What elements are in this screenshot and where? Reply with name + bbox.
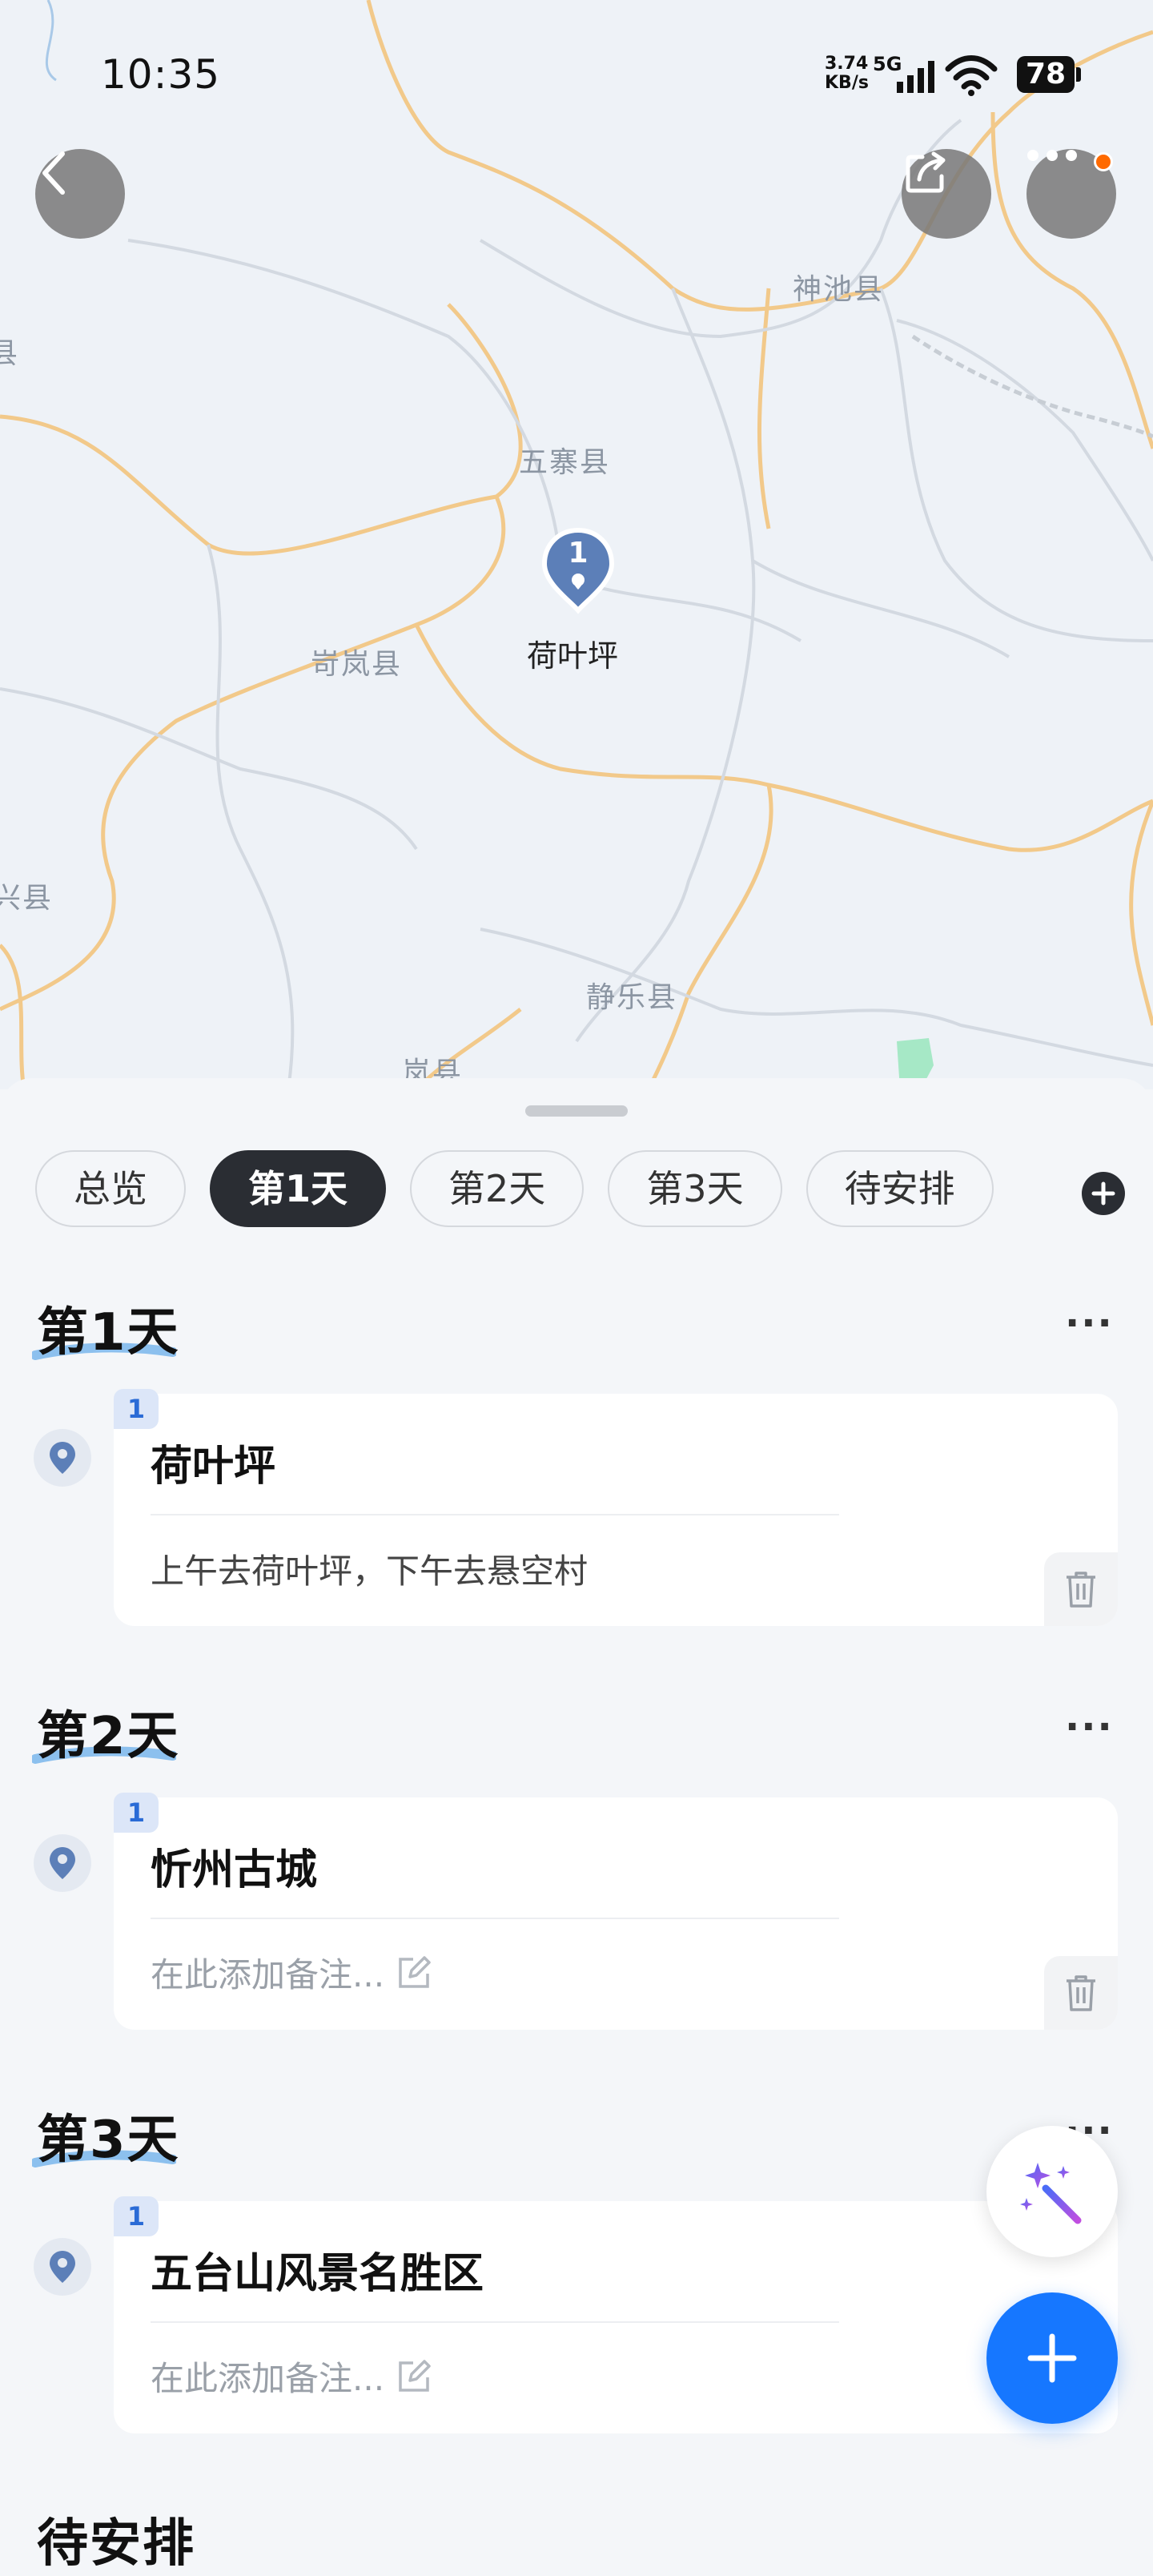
more-dots-icon [1027,150,1077,161]
tab-overview[interactable]: 总览 [35,1150,186,1227]
map-marker-index: 1 [568,537,589,570]
delete-stop-button[interactable] [1044,1956,1118,2030]
stop-name: 忻州古城 [151,1846,318,1894]
share-icon [906,151,946,193]
signal-icon [897,61,934,93]
map-marker[interactable]: 1 [538,527,618,615]
wifi-icon [945,55,998,96]
stop-index-badge: 1 [114,2196,159,2236]
more-button[interactable] [1026,149,1116,239]
back-button[interactable] [35,149,125,239]
notification-dot [1094,152,1113,171]
tab-day-1[interactable]: 第1天 [210,1150,387,1227]
stop-note-placeholder: 在此添加备注... [151,2359,385,2398]
card-divider [151,1514,839,1515]
delete-stop-button[interactable] [1044,1552,1118,1626]
map-view[interactable]: 神池县 五寨县 岢岚县 静乐县 兴县 岚县 县 1 荷叶坪 10:35 3.74… [0,0,1153,1089]
magic-wand-icon [1020,2163,1082,2224]
day-3-title: 第3天 [37,2111,180,2170]
map-label-shenchi: 神池县 [793,273,885,306]
day-3-location-pin-icon [34,2238,91,2296]
share-button[interactable] [902,149,991,239]
day-1-more-button[interactable]: ··· [1065,1301,1114,1346]
day-2-title: 第2天 [37,1707,180,1766]
status-net-speed-value: 3.74 [825,54,869,74]
day-2-location-pin-icon [34,1834,91,1892]
status-net-speed: 3.74 KB/s [825,54,869,93]
status-bar: 10:35 3.74 KB/s 5G 78 [0,0,1153,144]
edit-icon [399,1955,431,1988]
status-net-speed-unit: KB/s [825,73,869,93]
stop-name: 荷叶坪 [151,1443,276,1491]
day-1-stop-card[interactable]: 1 荷叶坪 上午去荷叶坪，下午去悬空村 [114,1389,1118,1626]
stop-name: 五台山风景名胜区 [151,2250,484,2298]
battery-indicator: 78 [1017,56,1081,93]
tab-pending[interactable]: 待安排 [805,1150,994,1227]
map-poi-label: 荷叶坪 [527,638,619,674]
add-place-button[interactable] [986,2292,1118,2424]
day-1-location-pin-icon [34,1429,91,1487]
stop-note-input[interactable]: 在此添加备注... [151,1948,432,1997]
map-label-xing: 兴县 [0,882,54,915]
edit-icon [399,2359,431,2392]
tab-day-2[interactable]: 第2天 [410,1150,585,1227]
day-3-stop-card[interactable]: 1 五台山风景名胜区 在此添加备注... [114,2196,1118,2433]
back-arrow-icon [42,151,65,195]
stop-note-input[interactable]: 在此添加备注... [151,2352,432,2401]
day-2-stop-card[interactable]: 1 忻州古城 在此添加备注... [114,1793,1118,2030]
map-label-jingle: 静乐县 [586,981,678,1014]
stop-index-badge: 1 [114,1793,159,1833]
day-2-more-button[interactable]: ··· [1065,1705,1114,1749]
pending-title: 待安排 [37,2514,195,2574]
stop-note[interactable]: 上午去荷叶坪，下午去悬空村 [151,1544,588,1593]
stop-index-badge: 1 [114,1389,159,1429]
map-label-wuzhai: 五寨县 [519,446,611,479]
ai-magic-button[interactable] [986,2126,1118,2257]
trash-icon [1067,1975,1095,2011]
stop-note-placeholder: 在此添加备注... [151,1955,385,1994]
tab-day-3[interactable]: 第3天 [608,1150,782,1227]
add-day-icon[interactable] [1081,1171,1126,1216]
sheet-drag-handle[interactable] [525,1105,628,1117]
day-1-title: 第1天 [37,1303,180,1362]
trash-icon [1067,1572,1095,1608]
map-label-edge: 县 [0,337,20,370]
map-label-kelan: 岢岚县 [311,648,403,681]
day-tabs: 总览 第1天 第2天 第3天 待安排 [35,1150,994,1230]
plus-icon [1027,2333,1077,2383]
status-time: 10:35 [101,51,221,98]
card-divider [151,2321,839,2323]
card-divider [151,1918,839,1919]
